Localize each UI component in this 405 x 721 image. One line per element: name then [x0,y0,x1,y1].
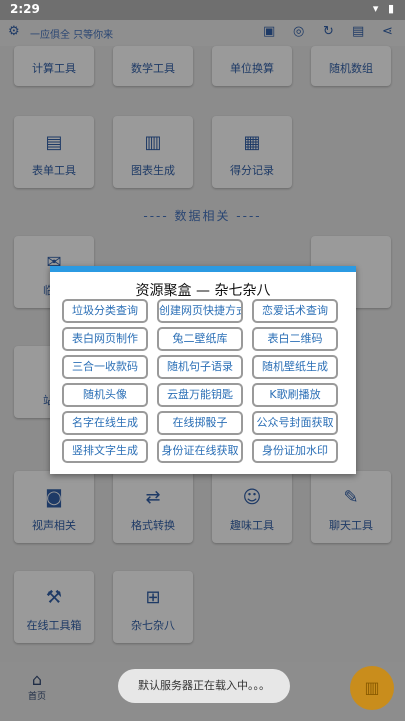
form-icon: ▤ [45,132,63,153]
btn-web-shortcut[interactable]: 创建网页快捷方式 [157,299,243,323]
card-calc-tools[interactable]: 计算工具 [14,46,94,86]
home-icon: ⌂ [31,670,43,689]
card-label: 图表生成 [131,164,175,177]
section-data-header: ---- 数据相关 ---- [143,209,262,223]
card-label: 数学工具 [131,62,175,75]
card-score-record[interactable]: ▦ 得分记录 [212,116,292,188]
card-label: 随机数组 [329,62,373,75]
btn-name-gen[interactable]: 名字在线生成 [62,411,148,435]
btn-love-talk[interactable]: 恋爱话术查询 [252,299,338,323]
card-unit-convert[interactable]: 单位换算 [212,46,292,86]
btn-id-get[interactable]: 身份证在线获取 [157,439,243,463]
card-math-tools[interactable]: 数学工具 [113,46,193,86]
btn-trash-sort[interactable]: 垃圾分类查询 [62,299,148,323]
chat-icon: ✎ [343,487,359,508]
status-bar: 2:29 ▾ ▮ [0,0,405,20]
btn-wallpaper-lib[interactable]: 兔二壁纸库 [157,327,243,351]
btn-cloud-key[interactable]: 云盘万能钥匙 [157,383,243,407]
card-label: 趣味工具 [230,519,274,532]
card-label: 计算工具 [32,62,76,75]
nav-home-label: 首页 [28,692,47,702]
card-chat-tools[interactable]: ✎ 聊天工具 [311,471,391,543]
card-label: 在线工具箱 [26,619,82,632]
book-icon: ▥ [364,678,380,697]
btn-confess-page[interactable]: 表白网页制作 [62,327,148,351]
card-online-toolbox[interactable]: ⚒ 在线工具箱 [14,571,94,643]
fun-icon: ☺ [242,487,262,508]
btn-wechat-cover[interactable]: 公众号封面获取 [252,411,338,435]
card-random-array[interactable]: 随机数组 [311,46,391,86]
refresh-icon[interactable]: ↻ [323,24,334,39]
speaker-icon: ◙ [45,487,63,508]
toolbox-icon: ⚒ [45,587,63,608]
card-label: 得分记录 [230,164,274,177]
loading-toast: 默认服务器正在载入中。。。 [118,669,290,703]
misc-dialog: 资源聚盒 — 杂七杂八 垃圾分类查询 创建网页快捷方式 恋爱话术查询 表白网页制… [50,266,356,474]
share-icon[interactable]: ⋖ [382,24,393,39]
card-label: 表单工具 [32,164,76,177]
btn-random-avatar[interactable]: 随机头像 [62,383,148,407]
dialog-accent-bar [50,266,356,272]
grid-icon: ⊞ [145,587,161,608]
card-misc[interactable]: ⊞ 杂七杂八 [113,571,193,643]
theme-icon[interactable]: ▤ [352,24,364,39]
card-format-convert[interactable]: ⇄ 格式转换 [113,471,193,543]
score-icon: ▦ [243,132,261,153]
gear-icon[interactable]: ⚙ [8,24,20,39]
card-video-audio[interactable]: ◙ 视声相关 [14,471,94,543]
btn-karaoke-plays[interactable]: K歌刷播放 [252,383,338,407]
btn-vertical-text[interactable]: 竖排文字生成 [62,439,148,463]
card-form-tools[interactable]: ▤ 表单工具 [14,116,94,188]
card-fun-tools[interactable]: ☺ 趣味工具 [212,471,292,543]
book-fab-button[interactable]: ▥ [350,666,394,710]
btn-confess-qr[interactable]: 表白二维码 [252,327,338,351]
btn-random-wallpaper[interactable]: 随机壁纸生成 [252,355,338,379]
btn-random-quote[interactable]: 随机句子语录 [157,355,243,379]
status-time: 2:29 [10,2,40,16]
dialog-title: 资源聚盒 — 杂七杂八 [135,283,271,299]
app-slogan: 一应俱全 只等你来 [30,30,114,41]
card-label: 聊天工具 [329,519,373,532]
card-label: 单位换算 [230,62,274,75]
window-icon[interactable]: ▣ [263,24,275,39]
chart-icon: ▥ [144,132,162,153]
card-label: 视声相关 [32,519,76,532]
nav-home[interactable]: ⌂ 首页 [28,670,46,702]
btn-payment-code[interactable]: 三合一收款码 [62,355,148,379]
card-label: 格式转换 [131,519,175,532]
settings-icon[interactable]: ◎ [293,24,304,39]
btn-dice[interactable]: 在线掷骰子 [157,411,243,435]
convert-icon: ⇄ [145,487,161,508]
status-icons: ▾ ▮ [372,2,397,15]
top-toolbar: ⚙ 一应俱全 只等你来 ▣ ◎ ↻ ▤ ⋖ [0,20,405,46]
card-label: 杂七杂八 [131,619,175,632]
btn-id-watermark[interactable]: 身份证加水印 [252,439,338,463]
card-chart-gen[interactable]: ▥ 图表生成 [113,116,193,188]
